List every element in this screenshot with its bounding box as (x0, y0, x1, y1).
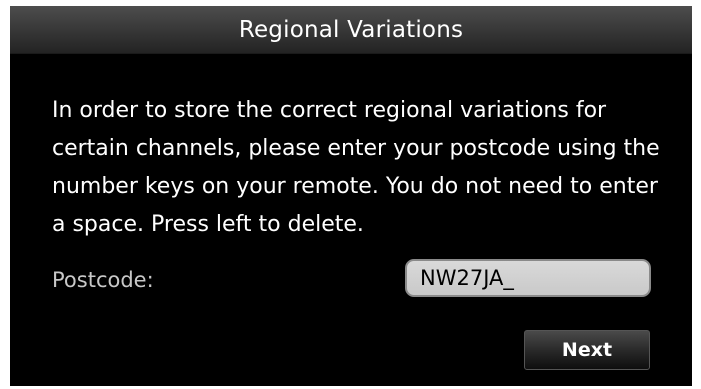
dialog-title: Regional Variations (238, 16, 464, 43)
postcode-input[interactable]: NW27JA_ (405, 259, 651, 297)
next-button[interactable]: Next (524, 330, 650, 370)
dialog-title-bar: Regional Variations (10, 6, 692, 54)
instructions-text: In order to store the correct regional v… (52, 98, 660, 237)
regional-variations-dialog: Regional Variations In order to store th… (10, 6, 692, 386)
postcode-label: Postcode: (52, 268, 154, 292)
postcode-value: NW27JA_ (420, 266, 514, 290)
next-button-label: Next (561, 339, 613, 361)
